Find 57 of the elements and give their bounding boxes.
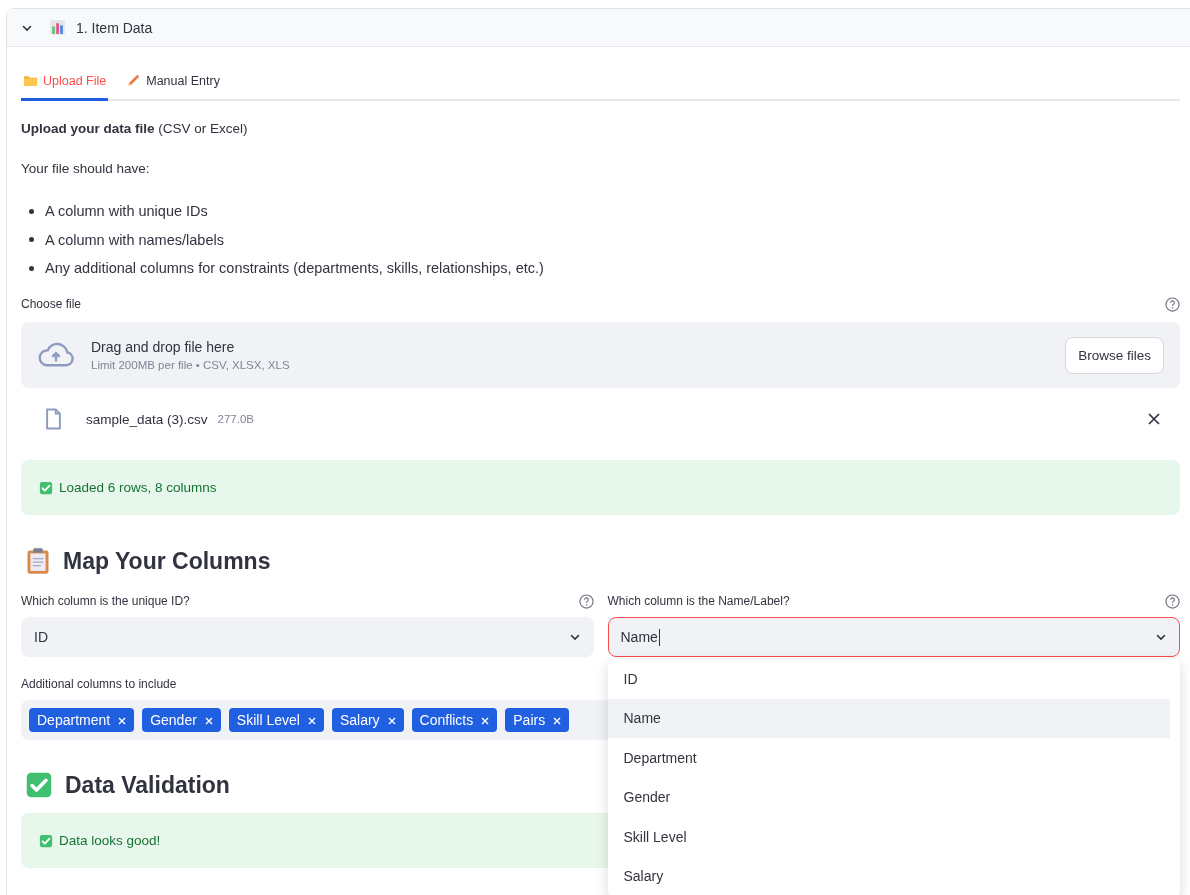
section-heading: Map Your Columns	[63, 547, 271, 575]
clipboard-icon	[25, 547, 51, 575]
remove-icon[interactable]	[204, 717, 213, 725]
column-tag[interactable]: Pairs	[505, 708, 570, 732]
help-icon[interactable]	[578, 593, 594, 609]
alert-message: Loaded 6 rows, 8 columns	[59, 480, 217, 495]
tab[interactable]: Manual Entry	[124, 67, 222, 101]
remove-icon[interactable]	[307, 717, 316, 725]
requirement-item: Any additional columns for constraints (departments, skills, relationships, etc.)	[45, 259, 544, 278]
uploader-label: Choose file	[21, 297, 82, 311]
remove-icon[interactable]	[481, 717, 490, 725]
dropdown-option[interactable]: Department	[607, 738, 1170, 778]
drop-zone[interactable]: Drag and drop file here Limit 200MB per file • CSV, XLSX, XLS Browse files	[21, 322, 1180, 388]
column-tag[interactable]: Gender	[142, 708, 221, 732]
remove-icon[interactable]	[387, 717, 396, 725]
select-field[interactable]: Name	[607, 617, 1180, 657]
upload-limit: Limit 200MB per file • CSV, XLSX, XLS	[91, 359, 291, 371]
file-size: 277.0B	[217, 413, 254, 425]
column-tag[interactable]: Department	[29, 708, 135, 732]
check-icon	[39, 833, 53, 848]
select-label: Which column is the Name/Label?	[607, 594, 790, 608]
expander-header[interactable]: 1. Item Data	[7, 9, 1190, 47]
file-icon	[45, 408, 62, 430]
select-field[interactable]: ID	[21, 617, 594, 657]
requirement-item: A column with unique IDs	[45, 202, 208, 221]
multiselect-label: Additional columns to include	[21, 677, 177, 691]
dropdown-option[interactable]: ID	[607, 659, 1170, 699]
column-tag[interactable]: Conflicts	[411, 708, 498, 732]
dropdown-option[interactable]: Gender	[607, 777, 1170, 817]
section-heading: Data Validation	[65, 771, 230, 799]
requirement-item: A column with names/labels	[45, 230, 224, 250]
check-icon	[39, 480, 53, 495]
dropdown-option[interactable]: Salary	[607, 856, 1170, 895]
folder-icon	[23, 73, 38, 88]
help-icon[interactable]	[1165, 296, 1180, 312]
help-icon[interactable]	[1165, 593, 1180, 609]
bar-chart-icon	[49, 19, 66, 36]
column-tag[interactable]: Salary	[331, 708, 404, 732]
bullet-icon	[29, 208, 34, 214]
drop-instruction: Drag and drop file here	[91, 339, 236, 355]
bullet-icon	[29, 237, 34, 242]
upload-heading: Upload your data file (CSV or Excel)	[21, 120, 249, 138]
bullet-icon	[29, 265, 34, 271]
column-tag[interactable]: Skill Level	[228, 708, 324, 732]
close-icon[interactable]	[1148, 413, 1160, 425]
dropdown-option[interactable]: Skill Level	[607, 817, 1170, 857]
remove-icon[interactable]	[553, 717, 562, 725]
remove-icon[interactable]	[118, 717, 127, 725]
check-icon	[25, 771, 53, 799]
select-label: Which column is the unique ID?	[21, 594, 190, 608]
dropdown-option[interactable]: Name	[607, 698, 1170, 738]
pencil-icon	[126, 73, 142, 88]
requirements-lead: Your file should have:	[21, 160, 151, 178]
cloud-upload-icon	[37, 342, 75, 368]
alert-message: Data looks good!	[59, 833, 161, 848]
browse-button[interactable]: Browse files	[1065, 336, 1164, 374]
file-name: sample_data (3).csv	[86, 411, 208, 427]
